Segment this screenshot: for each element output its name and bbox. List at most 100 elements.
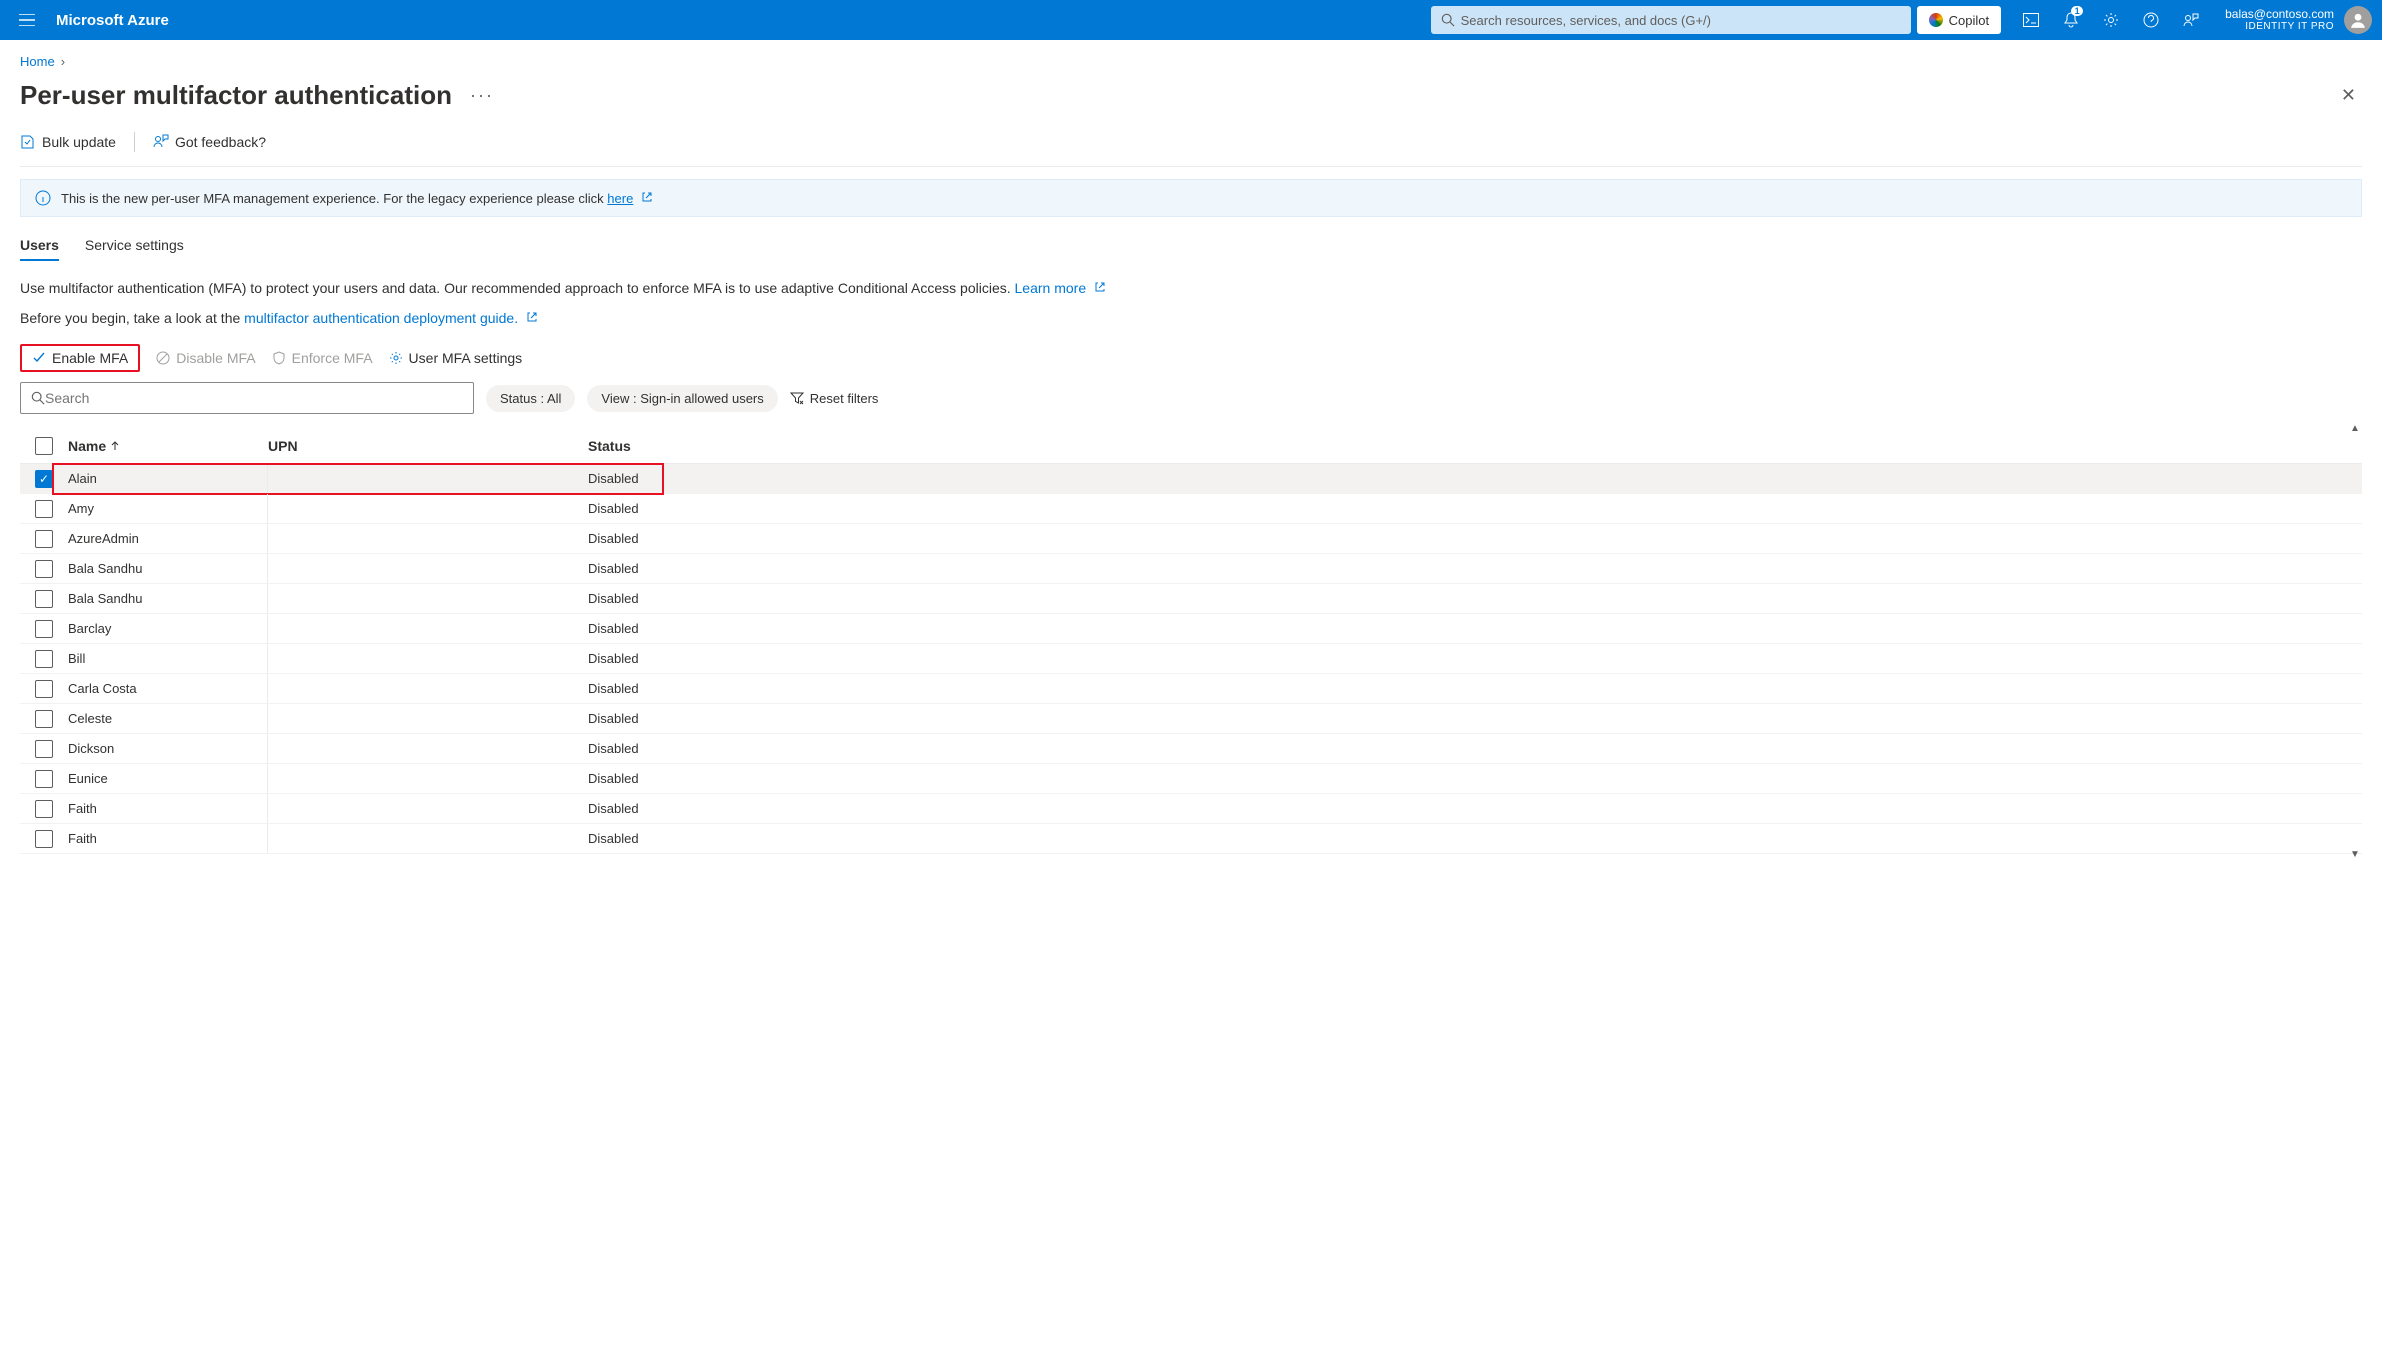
user-email: balas@contoso.com [2225, 7, 2334, 21]
hamburger-menu[interactable] [10, 0, 44, 40]
scroll-up-arrow[interactable]: ▲ [2348, 423, 2362, 434]
select-all-checkbox[interactable] [35, 437, 53, 455]
enable-mfa-button[interactable]: Enable MFA [20, 344, 140, 372]
enforce-mfa-button: Enforce MFA [272, 350, 373, 366]
row-checkbox[interactable] [35, 590, 53, 608]
row-checkbox[interactable] [35, 680, 53, 698]
row-checkbox[interactable] [35, 530, 53, 548]
gear-icon [389, 351, 403, 365]
bulk-update-button[interactable]: Bulk update [20, 134, 116, 150]
external-link-icon [526, 311, 538, 323]
mfa-actions: Enable MFA Disable MFA Enforce MFA User … [20, 344, 2362, 372]
breadcrumb: Home › [20, 50, 2362, 79]
table-row[interactable]: Bala SandhuDisabled [20, 584, 2362, 614]
gear-icon [2103, 12, 2119, 28]
row-checkbox[interactable] [35, 560, 53, 578]
list-search-box[interactable] [20, 382, 474, 414]
cell-status: Disabled [588, 621, 738, 636]
intro-text-2-prefix: Before you begin, take a look at the [20, 310, 244, 326]
copilot-label: Copilot [1949, 13, 1989, 28]
search-placeholder: Search resources, services, and docs (G+… [1461, 13, 1711, 28]
help-icon [2143, 12, 2159, 28]
cell-status: Disabled [588, 471, 738, 486]
cell-status: Disabled [588, 801, 738, 816]
close-button[interactable]: ✕ [2335, 79, 2362, 112]
check-icon [32, 351, 46, 365]
row-checkbox[interactable] [35, 740, 53, 758]
table-row[interactable]: Alain Disabled [20, 464, 2362, 494]
brand-label[interactable]: Microsoft Azure [56, 12, 169, 29]
title-row: Per-user multifactor authentication ··· … [20, 79, 2362, 112]
funnel-clear-icon [790, 391, 804, 405]
col-header-upn[interactable]: UPN [268, 438, 588, 454]
azure-top-header: Microsoft Azure Search resources, servic… [0, 0, 2382, 40]
bulk-update-icon [20, 134, 36, 150]
table-row[interactable]: Bala SandhuDisabled [20, 554, 2362, 584]
cell-name: Bala Sandhu [68, 584, 268, 613]
cell-name: Amy [68, 494, 268, 523]
table-row[interactable]: AzureAdmin Disabled [20, 524, 2362, 554]
row-checkbox[interactable] [35, 470, 53, 488]
breadcrumb-home[interactable]: Home [20, 54, 55, 69]
view-filter-pill[interactable]: View : Sign-in allowed users [587, 385, 777, 412]
row-checkbox[interactable] [35, 710, 53, 728]
scroll-down-arrow[interactable]: ▼ [2348, 849, 2362, 860]
cell-status: Disabled [588, 531, 738, 546]
settings-button[interactable] [2091, 0, 2131, 40]
user-mfa-settings-label: User MFA settings [409, 350, 523, 366]
deployment-guide-link[interactable]: multifactor authentication deployment gu… [244, 310, 518, 326]
cell-name: AzureAdmin [68, 524, 268, 553]
sort-asc-icon [110, 441, 120, 451]
row-checkbox[interactable] [35, 650, 53, 668]
avatar[interactable] [2344, 6, 2372, 34]
cloud-shell-button[interactable] [2011, 0, 2051, 40]
enforce-mfa-label: Enforce MFA [292, 350, 373, 366]
user-mfa-settings-button[interactable]: User MFA settings [389, 350, 523, 366]
table-row[interactable]: Eunice Disabled [20, 764, 2362, 794]
banner-text: This is the new per-user MFA management … [61, 191, 653, 206]
cell-name: Eunice [68, 764, 268, 793]
user-pane[interactable]: balas@contoso.com IDENTITY IT PRO [2225, 7, 2334, 33]
table-body: AlainDisabledAmyDisabledAzureAdminDisabl… [20, 464, 2362, 854]
page-title: Per-user multifactor authentication [20, 80, 452, 111]
learn-more-link[interactable]: Learn more [1015, 280, 1087, 296]
list-search-input[interactable] [45, 390, 463, 406]
tab-users[interactable]: Users [20, 231, 59, 261]
reset-filters-button[interactable]: Reset filters [790, 391, 879, 406]
table-row[interactable]: FaithDisabled [20, 824, 2362, 854]
banner-legacy-link[interactable]: here [607, 191, 633, 206]
row-checkbox[interactable] [35, 830, 53, 848]
feedback-button[interactable] [2171, 0, 2211, 40]
row-checkbox[interactable] [35, 500, 53, 518]
more-actions-button[interactable]: ··· [470, 85, 494, 106]
table-row[interactable]: Carla CostaDisabled [20, 674, 2362, 704]
table-row[interactable]: DicksonDisabled [20, 734, 2362, 764]
tab-service-settings[interactable]: Service settings [85, 231, 184, 261]
status-filter-pill[interactable]: Status : All [486, 385, 575, 412]
cell-name: Celeste [68, 704, 268, 733]
copilot-button[interactable]: Copilot [1917, 6, 2001, 34]
table-row[interactable]: BillDisabled [20, 644, 2362, 674]
feedback-label: Got feedback? [175, 134, 266, 150]
table-row[interactable]: Barclay Disabled [20, 614, 2362, 644]
table-row[interactable]: AmyDisabled [20, 494, 2362, 524]
table-row[interactable]: CelesteDisabled [20, 704, 2362, 734]
row-checkbox[interactable] [35, 800, 53, 818]
row-checkbox[interactable] [35, 770, 53, 788]
notifications-button[interactable]: 1 [2051, 0, 2091, 40]
search-icon [1441, 13, 1455, 27]
hamburger-icon [19, 14, 35, 26]
row-checkbox[interactable] [35, 620, 53, 638]
feedback-button-cmd[interactable]: Got feedback? [153, 134, 266, 150]
cell-name: Alain [68, 464, 268, 493]
header-icons: 1 [2011, 0, 2211, 40]
table-row[interactable]: FaithDisabled [20, 794, 2362, 824]
info-icon [35, 190, 51, 206]
global-search-box[interactable]: Search resources, services, and docs (G+… [1431, 6, 1911, 34]
cell-status: Disabled [588, 771, 738, 786]
cell-name: Barclay [68, 614, 268, 643]
cell-status: Disabled [588, 741, 738, 756]
col-header-name[interactable]: Name [68, 438, 268, 454]
help-button[interactable] [2131, 0, 2171, 40]
col-header-status[interactable]: Status [588, 438, 738, 454]
